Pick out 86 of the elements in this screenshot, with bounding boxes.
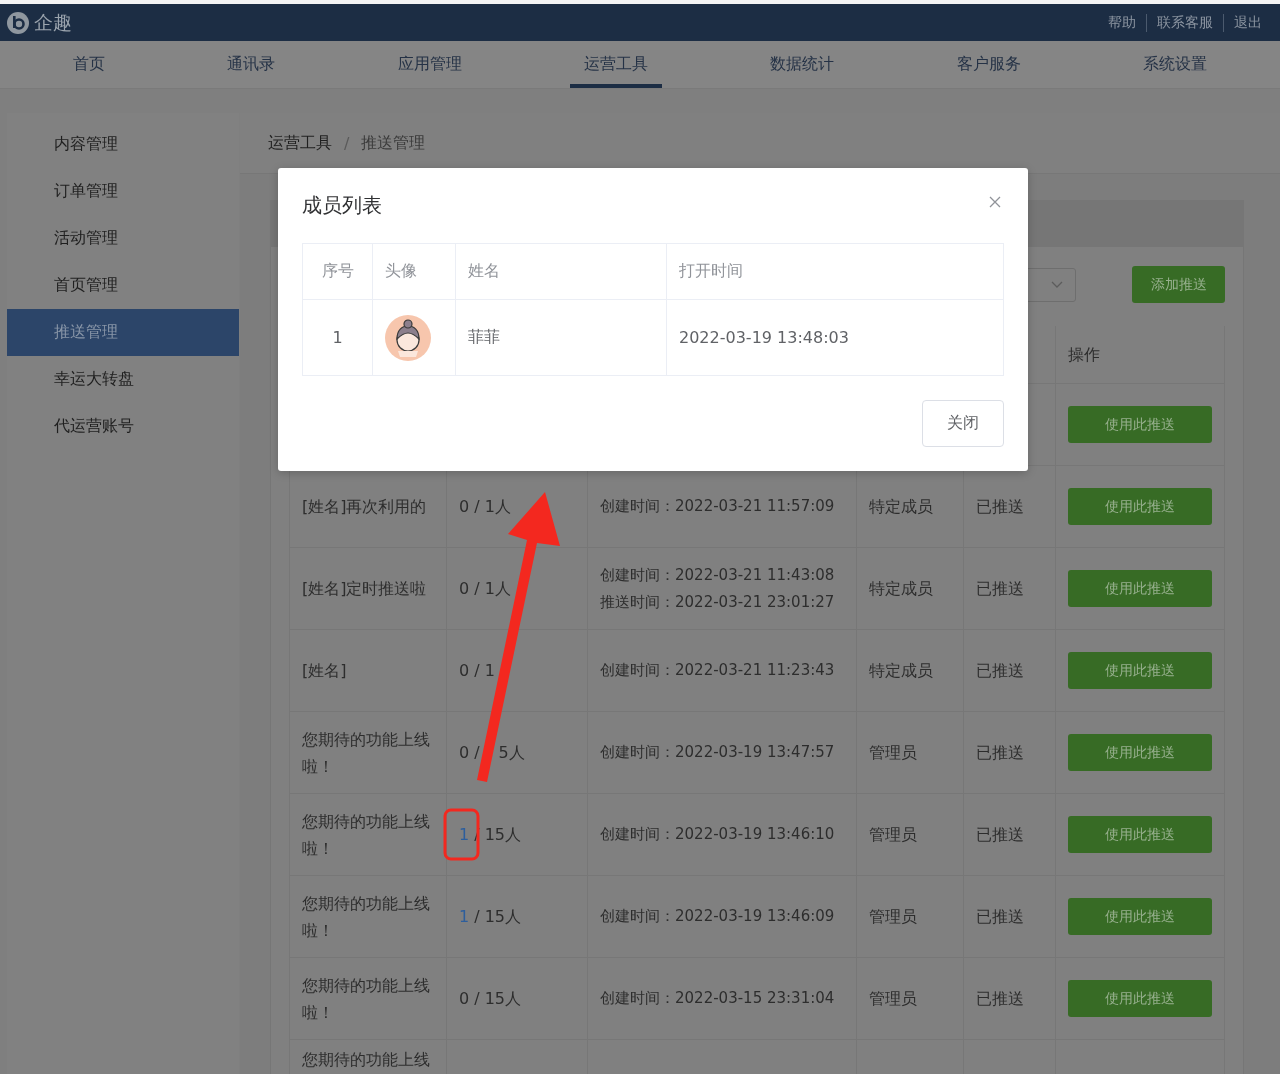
- opened-count: 0: [459, 660, 470, 682]
- add-push-button[interactable]: 添加推送: [1132, 266, 1225, 303]
- use-push-button[interactable]: 使用此推送: [1068, 980, 1212, 1017]
- status-text: 已推送: [976, 824, 1025, 846]
- sidebar-item[interactable]: 内容管理: [7, 121, 239, 168]
- target-text: 特定成员: [869, 660, 934, 682]
- use-push-button[interactable]: 使用此推送: [1068, 652, 1212, 689]
- nav-tab[interactable]: 应用管理: [383, 41, 476, 88]
- sidebar-item[interactable]: 推送管理: [7, 309, 239, 356]
- nav-tab[interactable]: 首页: [59, 41, 119, 88]
- header-link[interactable]: 帮助: [1098, 13, 1146, 32]
- push-title: [姓名]: [302, 660, 348, 682]
- nav-tab[interactable]: 数据统计: [756, 41, 849, 88]
- use-push-button[interactable]: 使用此推送: [1068, 488, 1212, 525]
- status-text: 已推送: [976, 988, 1025, 1010]
- column-header: 打开时间: [679, 261, 743, 282]
- nav-tab[interactable]: 客户服务: [942, 41, 1035, 88]
- time-text: 创建时间：2022-03-21 11:23:43: [600, 660, 836, 681]
- target-text: 管理员: [869, 742, 918, 764]
- sidebar-item[interactable]: 代运营账号: [7, 403, 239, 450]
- status-text: 已推送: [976, 496, 1025, 518]
- highlight-box: [443, 808, 480, 861]
- sidebar-item[interactable]: 幸运大转盘: [7, 356, 239, 403]
- open-time: 2022-03-19 13:48:03: [679, 328, 849, 347]
- recipient-total: / 1人: [474, 578, 511, 600]
- push-title: 您期待的功能上线: [302, 1050, 431, 1070]
- breadcrumb-item: 推送管理: [361, 132, 426, 154]
- close-button[interactable]: 关闭: [922, 400, 1004, 447]
- header-link[interactable]: 联系客服: [1146, 13, 1223, 32]
- recipient-total: / 1: [474, 660, 495, 682]
- time-text: 创建时间：2022-03-15 23:31:04: [600, 988, 836, 1009]
- status-text: 已推送: [976, 578, 1025, 600]
- status-text: 已推送: [976, 906, 1025, 928]
- column-header: 头像: [385, 261, 417, 282]
- breadcrumb-item[interactable]: 运营工具: [268, 132, 332, 154]
- brand-name: 企趣: [34, 9, 72, 35]
- recipient-total: / 15人: [474, 906, 522, 928]
- column-header: 序号: [321, 261, 354, 282]
- push-title: 您期待的功能上线啦！: [302, 974, 431, 1024]
- modal-title: 成员列表: [302, 192, 382, 219]
- logo-icon: [7, 11, 29, 34]
- time-text: 创建时间：2022-03-21 11:57:09: [600, 496, 836, 517]
- push-title: [姓名]定时推送啦: [302, 578, 428, 600]
- sidebar-item[interactable]: 活动管理: [7, 215, 239, 262]
- target-text: 特定成员: [869, 578, 934, 600]
- recipient-total: / 15人: [474, 988, 522, 1010]
- opened-count: 0: [459, 742, 470, 764]
- nav-tab[interactable]: 系统设置: [1128, 41, 1221, 88]
- column-header: 操作: [1068, 344, 1101, 366]
- nav-tab[interactable]: 运营工具: [570, 41, 662, 88]
- time-text: 创建时间：2022-03-19 13:46:09: [600, 906, 836, 927]
- time-text: 推送时间：2022-03-21 23:01:27: [600, 591, 836, 613]
- use-push-button[interactable]: 使用此推送: [1068, 734, 1212, 771]
- header-link[interactable]: 退出: [1223, 13, 1272, 32]
- close-icon[interactable]: [989, 196, 1001, 208]
- use-push-button[interactable]: 使用此推送: [1068, 406, 1212, 443]
- status-text: 已推送: [976, 660, 1025, 682]
- opened-count: 0: [459, 578, 470, 600]
- status-text: 已推送: [976, 742, 1025, 764]
- push-title: [姓名]再次利用的: [302, 496, 428, 518]
- recipient-total: /: [474, 742, 480, 764]
- push-title: 您期待的功能上线啦！: [302, 728, 431, 778]
- sidebar-item[interactable]: 订单管理: [7, 168, 239, 215]
- opened-count: 0: [459, 496, 470, 518]
- target-text: 管理员: [869, 988, 918, 1010]
- time-text: 创建时间：2022-03-19 13:46:10: [600, 824, 836, 845]
- use-push-button[interactable]: 使用此推送: [1068, 570, 1212, 607]
- time-text: 创建时间：2022-03-21 11:43:08: [600, 564, 836, 586]
- target-text: 特定成员: [869, 496, 934, 518]
- push-title: 您期待的功能上线啦！: [302, 892, 431, 942]
- push-title: 您期待的功能上线啦！: [302, 810, 431, 860]
- column-header: 姓名: [468, 261, 500, 282]
- target-text: 管理员: [869, 906, 918, 928]
- member-name: 菲菲: [468, 327, 500, 348]
- opened-count: 0: [459, 988, 470, 1010]
- time-text: 创建时间：2022-03-19 13:47:57: [600, 742, 836, 763]
- use-push-button[interactable]: 使用此推送: [1068, 816, 1212, 853]
- target-text: 管理员: [869, 824, 918, 846]
- nav-tab[interactable]: 通讯录: [213, 41, 290, 88]
- breadcrumb-separator: /: [344, 133, 350, 153]
- recipient-total: 5人: [498, 742, 525, 764]
- row-index: 1: [332, 328, 343, 347]
- sidebar-item[interactable]: 首页管理: [7, 262, 239, 309]
- use-push-button[interactable]: 使用此推送: [1068, 898, 1212, 935]
- recipient-total: / 1人: [474, 496, 511, 518]
- chevron-down-icon: [1051, 280, 1063, 289]
